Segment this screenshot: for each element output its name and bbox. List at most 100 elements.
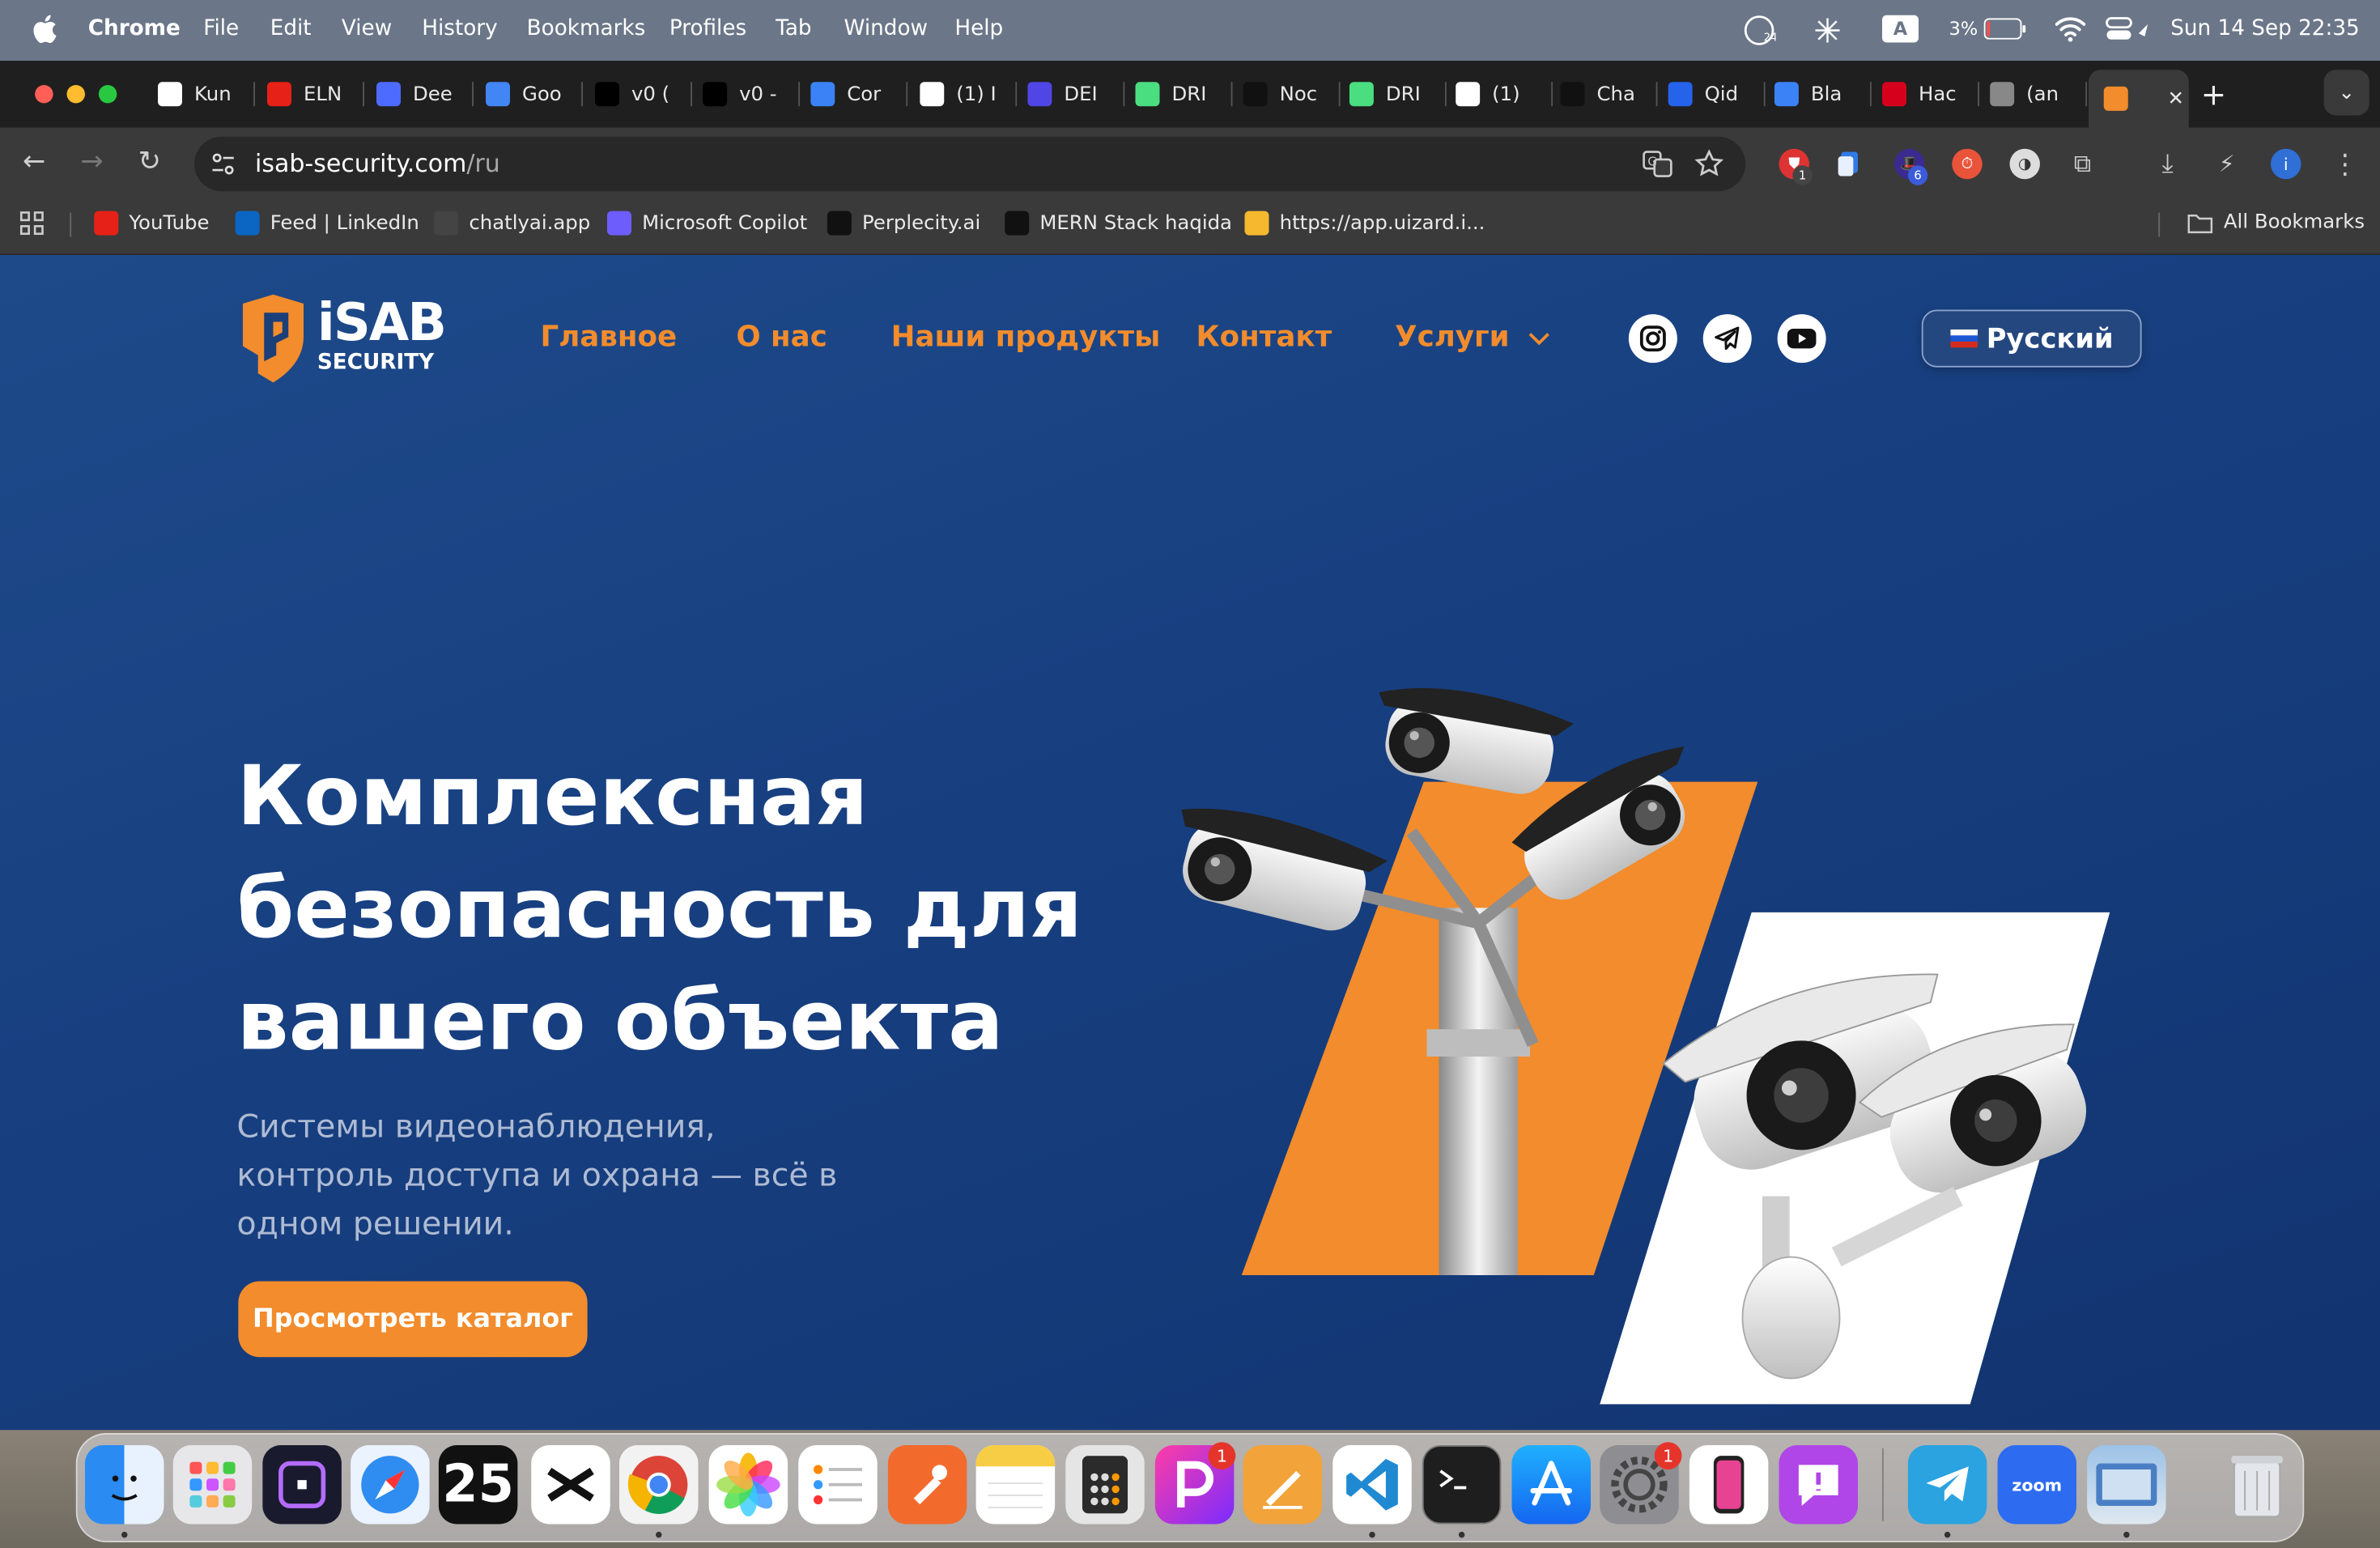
tab-search-chevron-icon[interactable]: ⌄ [2323, 70, 2369, 116]
instagram-icon[interactable] [1628, 314, 1677, 364]
tab[interactable]: Cor [810, 70, 908, 118]
tab[interactable]: (1) [1456, 70, 1553, 118]
menu-file[interactable]: File [203, 17, 239, 41]
bookmark-item[interactable]: MERN Stack haqida [1005, 211, 1232, 236]
input-source-indicator[interactable]: A [1882, 15, 1919, 43]
all-bookmarks-button[interactable]: All Bookmarks [2187, 211, 2365, 234]
menu-help[interactable]: Help [954, 17, 1003, 41]
menu-view[interactable]: View [342, 17, 392, 41]
kebab-menu-icon[interactable]: ⋮ [2330, 148, 2361, 180]
chrome-icon[interactable] [619, 1445, 699, 1525]
postman-icon[interactable] [887, 1445, 967, 1525]
iphone-mirroring-icon[interactable] [1689, 1445, 1769, 1525]
pages-icon[interactable] [1243, 1445, 1323, 1525]
menu-history[interactable]: History [422, 17, 497, 41]
tab[interactable]: Dee [376, 70, 474, 118]
extensions-puzzle-icon[interactable]: ⧉ [2068, 149, 2098, 180]
safari-icon[interactable] [351, 1445, 430, 1525]
youtube-social-icon[interactable] [1777, 314, 1826, 364]
sparkle-status-icon[interactable] [1813, 15, 1843, 52]
tab[interactable]: Noc [1243, 70, 1341, 118]
menu-tab[interactable]: Tab [776, 17, 811, 41]
photos-icon[interactable] [708, 1445, 788, 1525]
screen-studio-icon[interactable] [262, 1445, 342, 1525]
tab[interactable]: ELN [267, 70, 364, 118]
window-zoom-button[interactable] [98, 85, 117, 104]
timer-extension-icon[interactable]: ⏱ [1952, 148, 1983, 180]
tab[interactable]: Cha [1560, 70, 1658, 118]
tab[interactable]: Hac [1882, 70, 1979, 118]
tab[interactable]: Bla [1774, 70, 1872, 118]
nav-home[interactable]: Главное [541, 321, 678, 354]
tab[interactable]: (an [1990, 70, 2088, 118]
bookmark-item[interactable]: Microsoft Copilot [607, 211, 807, 236]
window-minimize-button[interactable] [66, 85, 85, 104]
tab-active[interactable]: ✕ [2089, 70, 2189, 128]
tab[interactable]: DRI [1135, 70, 1233, 118]
language-switcher[interactable]: Русский [1921, 309, 2142, 368]
calculator-icon[interactable] [1065, 1445, 1145, 1525]
profile-avatar[interactable]: i [2271, 148, 2301, 180]
nav-about[interactable]: О нас [736, 321, 827, 354]
site-info-icon[interactable] [210, 151, 237, 178]
back-arrow-icon[interactable]: ← [23, 146, 45, 177]
nav-contact[interactable]: Контакт [1196, 321, 1332, 354]
tab[interactable]: v0 ( [595, 70, 692, 118]
app-store-icon[interactable] [1511, 1445, 1591, 1525]
trash-icon[interactable] [2217, 1445, 2297, 1525]
menu-profiles[interactable]: Profiles [669, 17, 746, 41]
vscode-icon[interactable] [1332, 1445, 1412, 1525]
url-text[interactable]: isab-security.com/ru [255, 149, 500, 178]
desktop-folder-icon[interactable] [2087, 1445, 2166, 1525]
screenshot-extension-icon[interactable]: ◑ [2009, 148, 2040, 180]
apple-icon[interactable] [31, 12, 58, 45]
translate-icon[interactable]: G [1643, 149, 1673, 180]
window-close-button[interactable] [35, 85, 53, 104]
site-logo[interactable]: iSAB SECURITY [237, 294, 450, 386]
telegram-dock-icon[interactable] [1907, 1445, 1987, 1525]
bookmark-item[interactable]: Feed | LinkedIn [235, 211, 419, 236]
menu-bookmarks[interactable]: Bookmarks [527, 17, 646, 41]
nav-products[interactable]: Наши продукты [891, 321, 1161, 354]
tab[interactable]: Goo [486, 70, 583, 118]
wifi-icon[interactable] [2055, 15, 2086, 49]
calendar-day-icon[interactable]: 25 [438, 1445, 518, 1525]
bookmark-item[interactable]: https://app.uizard.i... [1244, 211, 1485, 236]
tab[interactable]: Qid [1668, 70, 1766, 118]
finder-icon[interactable] [85, 1445, 164, 1525]
zoom-icon[interactable]: zoom [1997, 1445, 2076, 1525]
bookmark-star-icon[interactable] [1694, 149, 1725, 180]
notes-icon[interactable] [975, 1445, 1056, 1525]
menu-edit[interactable]: Edit [270, 17, 312, 41]
reload-icon[interactable]: ↻ [138, 146, 161, 177]
performance-icon[interactable]: ⚡ [2212, 149, 2242, 180]
launchpad-icon[interactable] [172, 1445, 253, 1525]
tab[interactable]: Kun [158, 70, 255, 118]
copy-extension-icon[interactable] [1834, 149, 1864, 180]
close-tab-icon[interactable]: ✕ [2168, 87, 2184, 110]
tab[interactable]: v0 - [703, 70, 801, 118]
menu-datetime[interactable]: Sun 14 Sep 22:35 [2170, 17, 2359, 41]
new-tab-icon[interactable]: + [2201, 76, 2226, 113]
telegram-icon[interactable] [1702, 314, 1752, 364]
capcut-icon[interactable] [531, 1445, 610, 1525]
menu-app-name[interactable]: Chrome [88, 17, 181, 41]
bookmark-item[interactable]: chatlyai.app [434, 211, 590, 236]
view-catalog-button[interactable]: Просмотреть каталог [238, 1281, 588, 1358]
reminders-icon[interactable] [798, 1445, 878, 1525]
terminal-icon[interactable] [1422, 1445, 1502, 1525]
download-icon[interactable]: ⤓ [2153, 149, 2183, 180]
nav-services[interactable]: Услуги [1395, 321, 1549, 354]
menu-window[interactable]: Window [844, 17, 929, 41]
tab[interactable]: DEI [1027, 70, 1125, 118]
bookmark-item[interactable]: YouTube [94, 211, 210, 236]
battery-icon[interactable] [1983, 18, 2027, 46]
address-bar[interactable]: isab-security.com/ru G [194, 136, 1746, 192]
cloud-status-icon[interactable]: 24 [1743, 14, 1777, 53]
bookmark-item[interactable]: Perplecity.ai [827, 211, 980, 236]
apps-grid-icon[interactable] [19, 211, 44, 236]
control-center-icon[interactable] [2106, 15, 2151, 49]
forward-arrow-icon[interactable]: → [80, 146, 103, 177]
tab[interactable]: DRI [1349, 70, 1447, 118]
feedback-assistant-icon[interactable] [1779, 1445, 1858, 1525]
